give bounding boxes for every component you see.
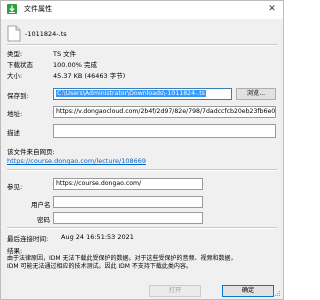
type-label: 类型: (7, 50, 23, 58)
username-field[interactable] (53, 196, 203, 208)
password-label: 密码 (37, 216, 50, 224)
close-button[interactable]: ✕ (265, 3, 279, 15)
last-attempt-label: 最后连接时间: (7, 235, 49, 243)
address-field[interactable]: https://v.dongaocloud.com/2b4f/2d97/82e/… (53, 106, 276, 118)
save-path-value: C:\Users\Administrator\Downloads\-101182… (56, 90, 206, 97)
window-title: 文件属性 (24, 5, 52, 13)
result-text-line-2: IDM 可能无法通过相应的技术测试。因此 IDM 不支持下载此类内容。 (7, 263, 192, 270)
last-attempt-value: Aug 24 16:51:53 2021 (61, 233, 134, 241)
download-status-value: 100.00% 完成 (53, 61, 97, 69)
separator (7, 227, 277, 229)
size-label: 大小: (7, 72, 23, 80)
save-to-label: 保存到: (7, 92, 29, 100)
separator (7, 44, 277, 46)
description-field[interactable] (53, 124, 276, 138)
source-page-label: 该文件来自网页: (7, 148, 55, 156)
idm-app-icon (7, 4, 17, 14)
separator (7, 169, 277, 171)
address-label: 地址: (7, 110, 23, 118)
resize-grip-icon[interactable] (275, 291, 281, 297)
size-value: 45.37 KB (46463 字节) (53, 72, 126, 80)
download-status-label: 下载状态 (7, 61, 33, 69)
username-label: 用户名 (31, 201, 51, 209)
ok-button[interactable]: 确定 (222, 285, 274, 297)
type-value: TS 文件 (53, 50, 77, 58)
password-field[interactable] (53, 212, 203, 224)
file-properties-dialog: 文件属性 ✕ -1011824-.ts 类型: TS 文件 下载状态 100.0… (0, 0, 284, 300)
open-button[interactable]: 打开 (149, 285, 201, 297)
browse-button[interactable]: 浏览... (236, 88, 276, 100)
referer-label: 参见: (7, 183, 23, 191)
file-type-icon (7, 25, 21, 42)
description-label: 描述 (7, 129, 20, 137)
referer-field[interactable]: https://course.dongao.com/ (53, 178, 203, 190)
title-bar: 文件属性 ✕ (1, 1, 283, 19)
source-page-link[interactable]: https://course.dongao.com/lecture/108669 (7, 157, 146, 165)
save-path-field[interactable]: C:\Users\Administrator\Downloads\-101182… (53, 88, 232, 100)
file-name: -1011824-.ts (25, 30, 67, 38)
